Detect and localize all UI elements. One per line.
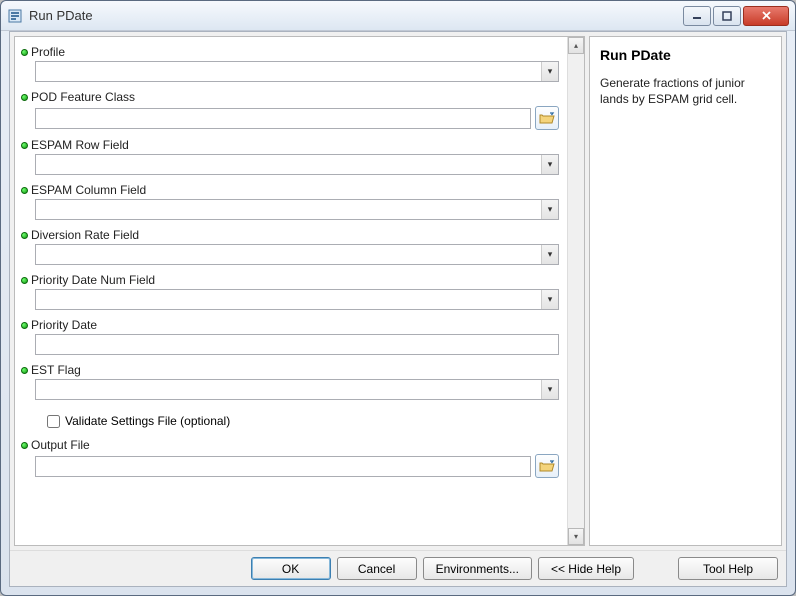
diversion-rate-dropdown[interactable]: ▾	[35, 244, 559, 265]
chevron-down-icon: ▾	[541, 380, 558, 399]
folder-open-icon	[539, 111, 555, 125]
field-pod-feature-class: POD Feature Class	[21, 88, 559, 134]
field-profile: Profile ▾	[21, 43, 559, 86]
label-diversion-rate: Diversion Rate Field	[31, 228, 139, 242]
required-dot-icon	[21, 322, 28, 329]
espam-column-dropdown[interactable]: ▾	[35, 199, 559, 220]
window-title: Run PDate	[29, 8, 681, 23]
folder-open-icon	[539, 459, 555, 473]
chevron-down-icon: ▾	[541, 290, 558, 309]
environments-button[interactable]: Environments...	[423, 557, 532, 580]
browse-button-pod[interactable]	[535, 106, 559, 130]
app-icon	[7, 8, 23, 24]
label-espam-column: ESPAM Column Field	[31, 183, 146, 197]
chevron-down-icon: ▾	[541, 155, 558, 174]
required-dot-icon	[21, 367, 28, 374]
field-espam-column: ESPAM Column Field ▾	[21, 181, 559, 224]
help-title: Run PDate	[600, 47, 771, 63]
required-dot-icon	[21, 187, 28, 194]
label-profile: Profile	[31, 45, 65, 59]
field-diversion-rate: Diversion Rate Field ▾	[21, 226, 559, 269]
label-output-file: Output File	[31, 438, 90, 452]
required-dot-icon	[21, 94, 28, 101]
window-controls	[681, 6, 789, 26]
scroll-up-icon[interactable]: ▴	[568, 37, 584, 54]
browse-button-output[interactable]	[535, 454, 559, 478]
pod-feature-class-input[interactable]	[35, 108, 531, 129]
espam-row-dropdown[interactable]: ▾	[35, 154, 559, 175]
label-validate-settings: Validate Settings File (optional)	[65, 414, 230, 428]
field-output-file: Output File	[21, 436, 559, 482]
field-est-flag: EST Flag ▾	[21, 361, 559, 404]
required-dot-icon	[21, 49, 28, 56]
tool-help-button[interactable]: Tool Help	[678, 557, 778, 580]
est-flag-dropdown[interactable]: ▾	[35, 379, 559, 400]
button-bar: OK Cancel Environments... << Hide Help T…	[10, 550, 786, 586]
required-dot-icon	[21, 232, 28, 239]
output-file-input[interactable]	[35, 456, 531, 477]
window-body: Profile ▾ POD Feature Class	[9, 31, 787, 587]
chevron-down-icon: ▾	[541, 62, 558, 81]
cancel-button[interactable]: Cancel	[337, 557, 417, 580]
field-espam-row: ESPAM Row Field ▾	[21, 136, 559, 179]
maximize-button[interactable]	[713, 6, 741, 26]
required-dot-icon	[21, 442, 28, 449]
chevron-down-icon: ▾	[541, 245, 558, 264]
scroll-down-icon[interactable]: ▾	[568, 528, 584, 545]
parameters-panel: Profile ▾ POD Feature Class	[14, 36, 585, 546]
profile-dropdown[interactable]: ▾	[35, 61, 559, 82]
vertical-scrollbar[interactable]: ▴ ▾	[567, 37, 584, 545]
field-priority-date: Priority Date	[21, 316, 559, 359]
help-panel: Run PDate Generate fractions of junior l…	[589, 36, 782, 546]
label-priority-date: Priority Date	[31, 318, 97, 332]
validate-settings-checkbox[interactable]	[47, 415, 60, 428]
hide-help-button[interactable]: << Hide Help	[538, 557, 634, 580]
label-est-flag: EST Flag	[31, 363, 81, 377]
required-dot-icon	[21, 142, 28, 149]
required-dot-icon	[21, 277, 28, 284]
ok-button[interactable]: OK	[251, 557, 331, 580]
minimize-button[interactable]	[683, 6, 711, 26]
close-button[interactable]	[743, 6, 789, 26]
field-priority-date-num: Priority Date Num Field ▾	[21, 271, 559, 314]
priority-date-input[interactable]	[35, 334, 559, 355]
chevron-down-icon: ▾	[541, 200, 558, 219]
dialog-window: Run PDate Profile	[0, 0, 796, 596]
field-validate-settings: Validate Settings File (optional)	[21, 406, 559, 436]
parameters-scroll: Profile ▾ POD Feature Class	[15, 37, 567, 545]
priority-date-num-dropdown[interactable]: ▾	[35, 289, 559, 310]
label-priority-date-num: Priority Date Num Field	[31, 273, 155, 287]
titlebar[interactable]: Run PDate	[1, 1, 795, 31]
label-espam-row: ESPAM Row Field	[31, 138, 129, 152]
content-row: Profile ▾ POD Feature Class	[10, 32, 786, 550]
label-pod-feature-class: POD Feature Class	[31, 90, 135, 104]
help-body: Generate fractions of junior lands by ES…	[600, 75, 771, 107]
